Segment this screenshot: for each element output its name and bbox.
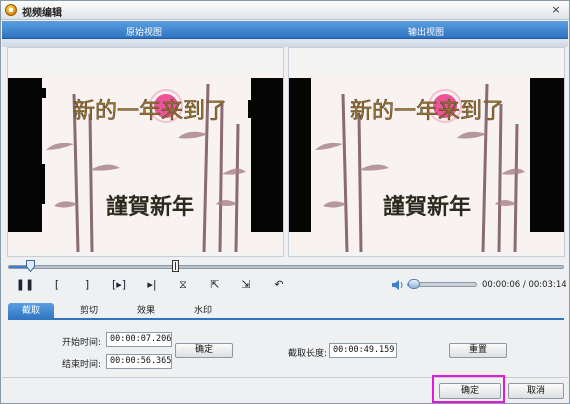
window-title: 视频编辑 — [22, 8, 62, 19]
end-time-label: 结束时间: — [62, 360, 102, 370]
original-view-label: 原始视图 — [126, 28, 163, 38]
close-icon[interactable]: × — [549, 3, 563, 17]
output-video-frame: 新的一年来到了 謹賀新年 — [289, 74, 564, 252]
play-selection-button[interactable]: [▸] — [109, 276, 129, 294]
reset-button[interactable]: 重置 — [449, 343, 507, 358]
seek-bar[interactable] — [8, 265, 564, 269]
start-time-label: 开始时间: — [62, 338, 102, 348]
cancel-button[interactable]: 取消 — [508, 383, 564, 399]
title-bar: 视频编辑 × — [1, 1, 569, 20]
end-time-field[interactable]: 00:00:56.365 — [106, 354, 172, 369]
output-headline-text: 新的一年来到了 — [350, 99, 504, 124]
split-icon: ⧖ — [179, 278, 187, 291]
trim-length-field[interactable]: 00:00:49.159 — [329, 343, 397, 358]
original-greeting-text: 謹賀新年 — [106, 194, 194, 220]
trim-length-label: 截取长度: — [288, 349, 328, 359]
tab-crop[interactable]: 剪切 — [66, 303, 112, 320]
trim-end-marker[interactable] — [171, 260, 179, 272]
original-frame-artwork: 新的一年来到了 謹賀新年 — [8, 74, 283, 252]
bracket-play-icon: [▸] — [111, 278, 127, 291]
bracket-left-icon: [ — [54, 278, 60, 291]
edit-tabs: 截取 剪切 效果 水印 — [8, 302, 564, 320]
step-forward-icon: ▸| — [147, 278, 157, 291]
volume-icon[interactable] — [391, 278, 405, 292]
video-edit-app-icon — [5, 4, 17, 16]
output-view-panel: 新的一年来到了 謹賀新年 — [288, 47, 565, 257]
output-view-label: 输出视图 — [408, 28, 445, 38]
flip-button[interactable]: ⇱ — [205, 276, 225, 294]
pause-icon: ❚❚ — [15, 278, 35, 291]
tab-watermark[interactable]: 水印 — [180, 303, 226, 320]
split-button[interactable]: ⧖ — [173, 276, 193, 294]
time-readout: 00:00:06 / 00:03:14 — [482, 280, 567, 290]
mark-out-button[interactable]: ] — [77, 276, 97, 294]
view-header-bar: 原始视图 输出视图 — [2, 21, 568, 39]
bracket-right-icon: ] — [84, 278, 90, 291]
original-headline-text: 新的一年来到了 — [73, 99, 227, 124]
pause-button[interactable]: ❚❚ — [15, 276, 35, 294]
tab-effects[interactable]: 效果 — [123, 303, 169, 320]
ok-button[interactable]: 确定 — [439, 383, 501, 399]
confirm-trim-button[interactable]: 确定 — [175, 343, 233, 358]
start-time-field[interactable]: 00:00:07.206 — [106, 332, 172, 347]
step-forward-button[interactable]: ▸| — [142, 276, 162, 294]
mark-in-button[interactable]: [ — [47, 276, 67, 294]
video-edit-dialog: 视频编辑 × 原始视图 输出视图 新的一年来到了 謹賀新年 新的一年来到了 謹賀… — [0, 0, 570, 404]
output-frame-artwork: 新的一年来到了 謹賀新年 — [289, 74, 564, 252]
tab-trim[interactable]: 截取 — [8, 303, 54, 320]
mirror-button[interactable]: ⇲ — [236, 276, 256, 294]
original-view-panel: 新的一年来到了 謹賀新年 — [7, 47, 284, 257]
panel-top-divider — [2, 39, 568, 47]
undo-icon: ↶ — [274, 278, 284, 291]
volume-thumb[interactable] — [408, 279, 420, 289]
mirror-icon: ⇲ — [241, 278, 251, 291]
output-greeting-text: 謹賀新年 — [383, 194, 471, 220]
seek-thumb-handle[interactable] — [26, 260, 36, 272]
original-video-frame: 新的一年来到了 謹賀新年 — [8, 74, 283, 252]
flip-icon: ⇱ — [210, 278, 220, 291]
undo-button[interactable]: ↶ — [269, 276, 289, 294]
current-time: 00:00:06 — [482, 280, 521, 290]
trim-settings: 开始时间: 00:00:07.206 结束时间: 00:00:56.365 确定… — [8, 321, 564, 375]
total-time: 00:03:14 — [528, 280, 567, 290]
